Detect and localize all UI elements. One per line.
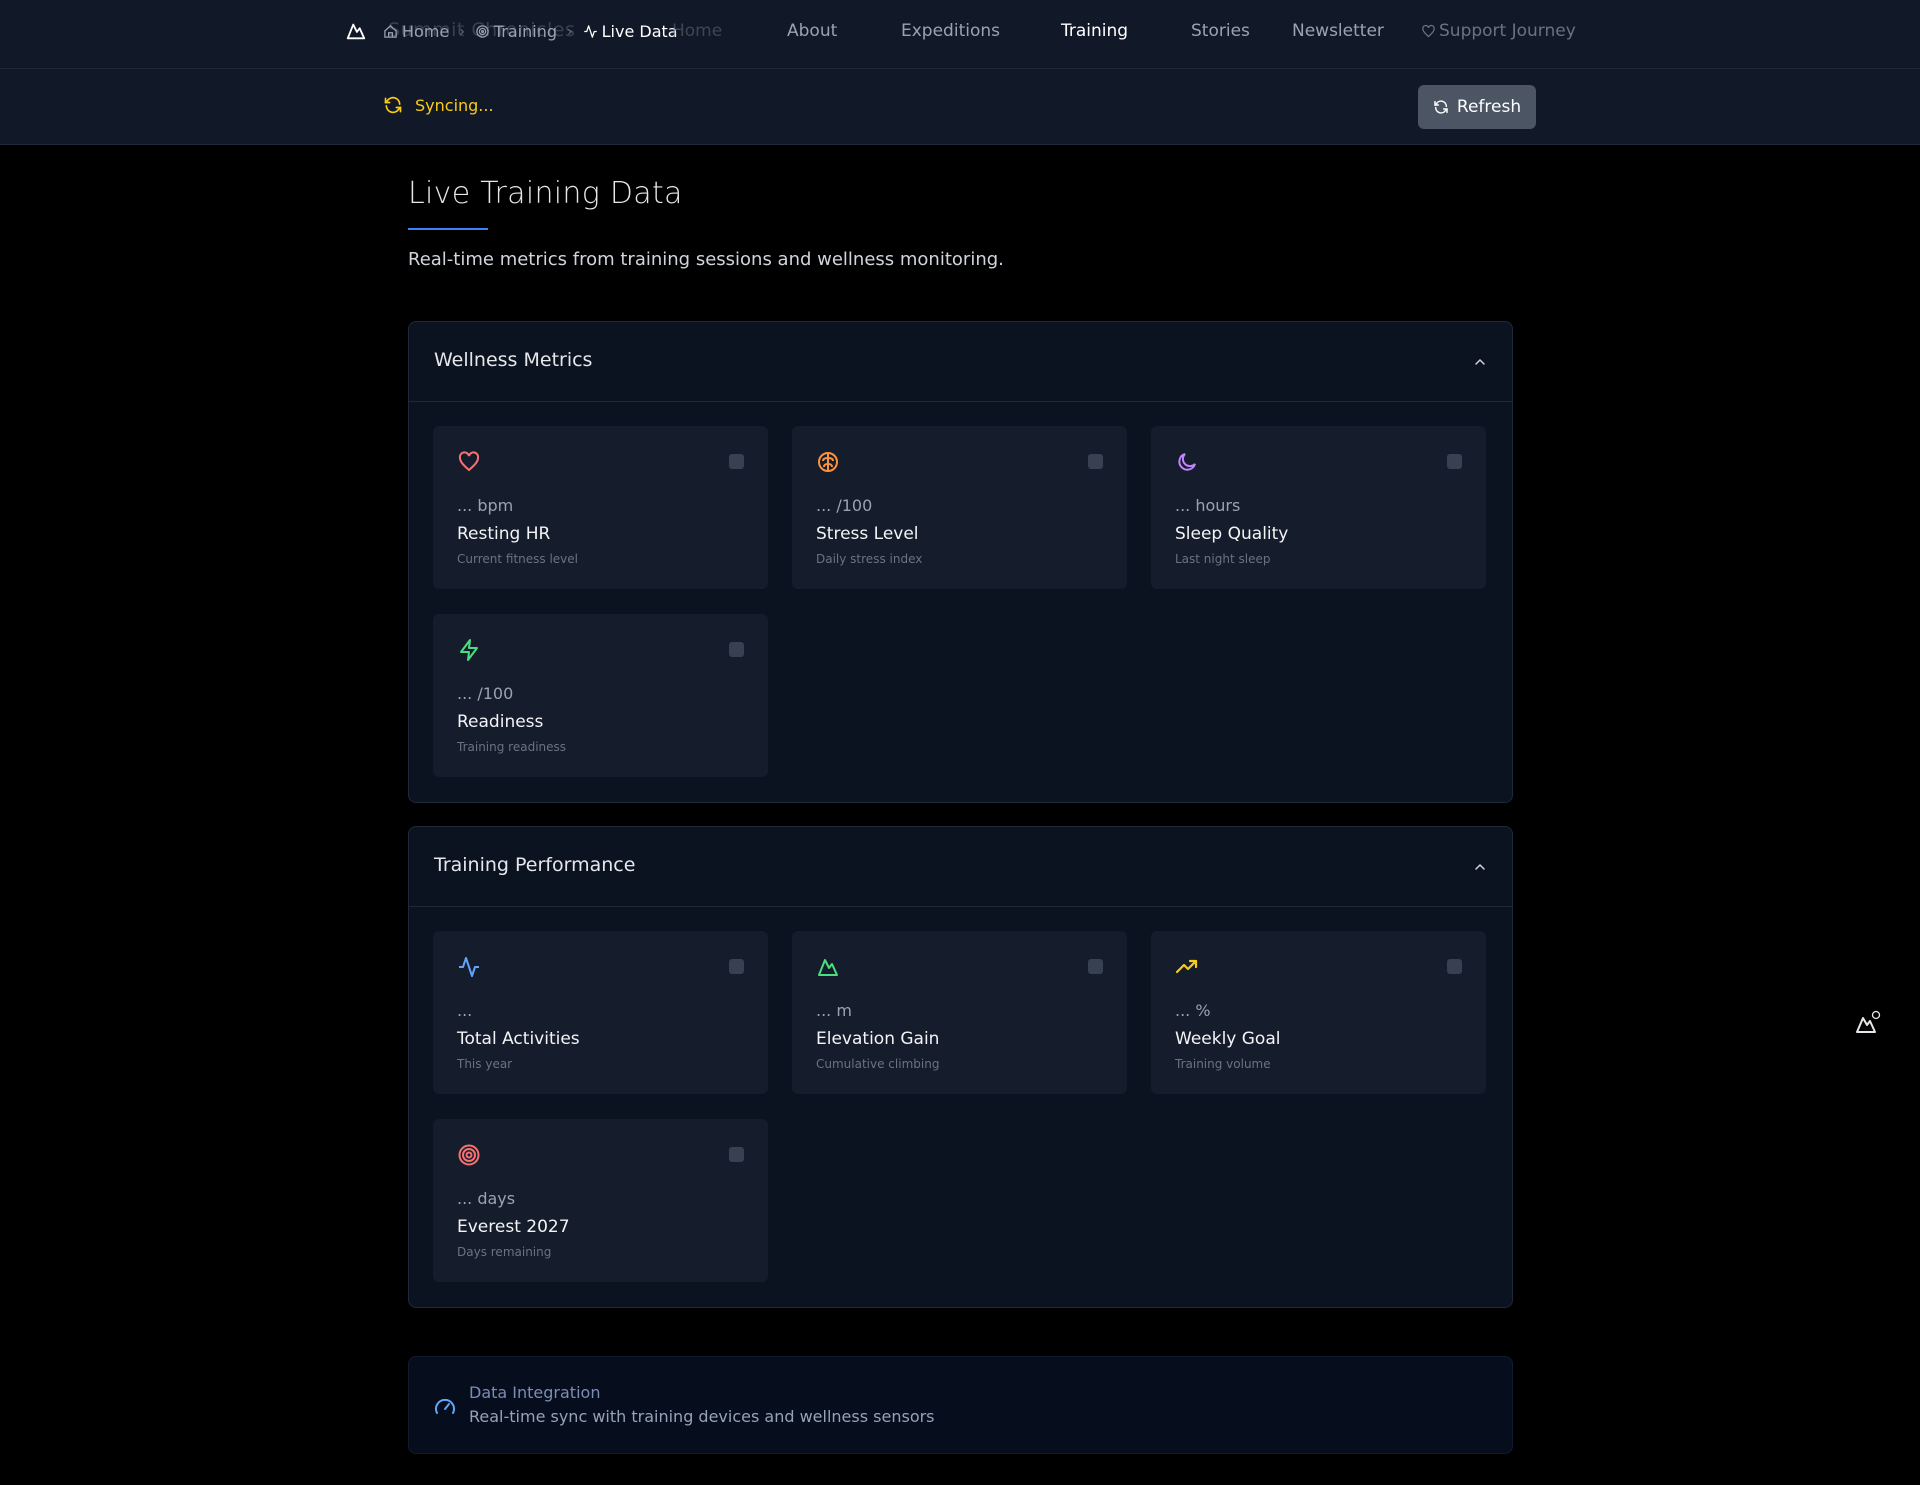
card-checkbox[interactable] bbox=[1088, 959, 1103, 974]
data-integration-note: Data Integration Real-time sync with tra… bbox=[408, 1356, 1513, 1454]
metric-card-sleep-quality: ... hours Sleep Quality Last night sleep bbox=[1151, 426, 1486, 589]
wellness-panel-header[interactable]: Wellness Metrics bbox=[409, 322, 1512, 402]
metric-label: Elevation Gain bbox=[816, 1029, 940, 1049]
metric-description: Days remaining bbox=[457, 1245, 552, 1259]
metric-description: Cumulative climbing bbox=[816, 1057, 940, 1071]
page-title: Live Training Data bbox=[408, 176, 683, 211]
support-label: Support Journey bbox=[1439, 21, 1576, 41]
heart-icon bbox=[458, 451, 480, 472]
refresh-icon bbox=[1434, 100, 1448, 114]
metric-description: Daily stress index bbox=[816, 552, 923, 566]
activity-icon bbox=[459, 957, 479, 977]
metric-card-total-activities: ... Total Activities This year bbox=[433, 931, 768, 1094]
nav-link-about[interactable]: About bbox=[787, 21, 837, 41]
integration-text: Real-time sync with training devices and… bbox=[469, 1407, 935, 1426]
metric-label: Readiness bbox=[457, 712, 544, 732]
metric-card-everest-2027: ... days Everest 2027 Days remaining bbox=[433, 1119, 768, 1282]
card-checkbox[interactable] bbox=[729, 1147, 744, 1162]
card-checkbox[interactable] bbox=[1447, 959, 1462, 974]
metric-label: Total Activities bbox=[457, 1029, 580, 1049]
integration-title: Data Integration bbox=[469, 1383, 601, 1402]
metric-label: Weekly Goal bbox=[1175, 1029, 1281, 1049]
panel-title: Wellness Metrics bbox=[434, 349, 593, 371]
metric-value: ... /100 bbox=[457, 684, 514, 703]
chevron-up-icon[interactable] bbox=[1472, 859, 1488, 875]
metric-value: ... m bbox=[816, 1001, 852, 1020]
nav-link-expeditions[interactable]: Expeditions bbox=[901, 21, 1000, 41]
metric-value: ... % bbox=[1175, 1001, 1211, 1020]
moon-icon bbox=[1178, 453, 1196, 471]
main-nav: Home About Expeditions Training Stories … bbox=[0, 21, 1920, 45]
page-subtitle: Real-time metrics from training sessions… bbox=[408, 249, 1004, 270]
training-performance-panel: Training Performance ... Total Activitie… bbox=[408, 826, 1513, 1308]
metric-value: ... /100 bbox=[816, 496, 873, 515]
top-navigation: Summit Chronicles Home › Training › Live… bbox=[0, 0, 1920, 69]
metric-description: Last night sleep bbox=[1175, 552, 1271, 566]
trending-up-icon bbox=[1175, 959, 1198, 974]
support-journey-link[interactable]: Support Journey bbox=[1421, 21, 1576, 41]
metric-value: ... hours bbox=[1175, 496, 1241, 515]
sync-icon bbox=[384, 96, 402, 114]
card-checkbox[interactable] bbox=[729, 642, 744, 657]
title-underline bbox=[408, 228, 488, 230]
metric-value: ... bbox=[457, 1001, 473, 1020]
heart-icon bbox=[1422, 24, 1435, 37]
metric-label: Sleep Quality bbox=[1175, 524, 1289, 544]
mountain-widget-icon[interactable] bbox=[1855, 1010, 1881, 1036]
performance-panel-header[interactable]: Training Performance bbox=[409, 827, 1512, 907]
metric-description: Training readiness bbox=[457, 740, 567, 754]
metric-description: This year bbox=[457, 1057, 513, 1071]
panel-title: Training Performance bbox=[434, 854, 636, 876]
target-icon bbox=[458, 1144, 480, 1166]
refresh-label: Refresh bbox=[1456, 97, 1522, 117]
metric-label: Stress Level bbox=[816, 524, 919, 544]
card-checkbox[interactable] bbox=[1088, 454, 1103, 469]
mountain-icon bbox=[818, 959, 838, 976]
sync-status-text: Syncing... bbox=[415, 95, 494, 115]
metric-value: ... bpm bbox=[457, 496, 514, 515]
lightning-icon bbox=[460, 639, 478, 661]
metric-label: Resting HR bbox=[457, 524, 551, 544]
refresh-button[interactable]: Refresh bbox=[1418, 85, 1536, 129]
nav-link-home[interactable]: Home bbox=[672, 21, 722, 41]
sync-bar: Syncing... Refresh bbox=[0, 69, 1920, 145]
metric-card-resting-hr: ... bpm Resting HR Current fitness level bbox=[433, 426, 768, 589]
card-checkbox[interactable] bbox=[1447, 454, 1462, 469]
card-checkbox[interactable] bbox=[729, 959, 744, 974]
metric-card-weekly-goal: ... % Weekly Goal Training volume bbox=[1151, 931, 1486, 1094]
brain-icon bbox=[818, 452, 838, 472]
metric-card-elevation-gain: ... m Elevation Gain Cumulative climbing bbox=[792, 931, 1127, 1094]
sync-status: Syncing... bbox=[383, 95, 494, 115]
nav-link-stories[interactable]: Stories bbox=[1191, 21, 1250, 41]
chevron-up-icon[interactable] bbox=[1472, 354, 1488, 370]
nav-link-newsletter[interactable]: Newsletter bbox=[1292, 21, 1384, 41]
metric-description: Current fitness level bbox=[457, 552, 578, 566]
card-checkbox[interactable] bbox=[729, 454, 744, 469]
gauge-icon bbox=[435, 1398, 455, 1414]
wellness-metrics-panel: Wellness Metrics ... bpm Resting HR Curr… bbox=[408, 321, 1513, 803]
metric-card-stress-level: ... /100 Stress Level Daily stress index bbox=[792, 426, 1127, 589]
metric-description: Training volume bbox=[1175, 1057, 1271, 1071]
metric-label: Everest 2027 bbox=[457, 1217, 570, 1237]
metric-value: ... days bbox=[457, 1189, 516, 1208]
metric-card-readiness: ... /100 Readiness Training readiness bbox=[433, 614, 768, 777]
nav-link-training[interactable]: Training bbox=[1061, 21, 1128, 41]
